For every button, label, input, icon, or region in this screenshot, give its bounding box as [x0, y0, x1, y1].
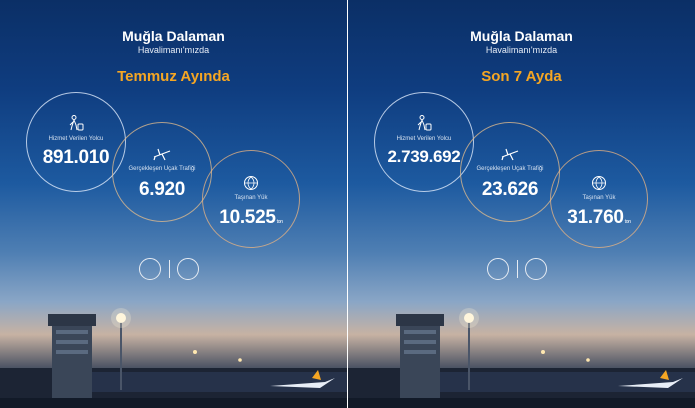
- institution-logos: [487, 258, 557, 282]
- stat-number: 10.525: [219, 207, 276, 228]
- stat-circle-cargo: Taşınan Yük 10.525ton: [202, 150, 300, 248]
- airport-night-scene: [0, 308, 347, 408]
- period-headline: Temmuz Ayında: [117, 68, 230, 85]
- stat-value: 31.760ton: [551, 207, 647, 229]
- stat-label: Hizmet Verilen Yolcu: [396, 136, 452, 142]
- stat-value: 6.920: [138, 179, 186, 200]
- panel-subtitle: Havalimanı'mızda: [137, 45, 210, 55]
- infographic-panel-seven-months: Muğla Dalaman Havalimanı'mızda Son 7 Ayd…: [348, 0, 695, 408]
- stat-value: 23.626: [481, 179, 539, 200]
- logo-divider: [517, 260, 518, 278]
- institution-logos: [139, 258, 209, 282]
- period-headline: Son 7 Ayda: [481, 68, 562, 85]
- logo-divider: [169, 260, 170, 278]
- panel-title: Muğla Dalaman: [470, 28, 573, 44]
- airplane-icon: [501, 148, 519, 161]
- panel-subtitle: Havalimanı'mızda: [485, 45, 558, 55]
- stat-label: Hizmet Verilen Yolcu: [48, 136, 104, 142]
- stat-value: 10.525ton: [203, 207, 299, 229]
- stat-number: 31.760: [567, 207, 624, 228]
- airplane-icon: [153, 148, 171, 161]
- stat-circle-passengers: Hizmet Verilen Yolcu 891.010: [26, 92, 126, 192]
- airport-night-scene: [348, 308, 695, 408]
- stat-value: 891.010: [42, 147, 110, 168]
- airport-authority-logo-icon: [525, 258, 547, 280]
- stat-circle-aircraft-traffic: Gerçekleşen Uçak Trafiği 6.920: [112, 122, 212, 222]
- stat-unit: ton: [624, 219, 631, 225]
- cargo-globe-icon: [244, 176, 258, 190]
- airport-authority-logo-icon: [177, 258, 199, 280]
- stat-circle-cargo: Taşınan Yük 31.760ton: [550, 150, 648, 248]
- ministry-seal-icon: [487, 258, 509, 280]
- panel-title: Muğla Dalaman: [122, 28, 225, 44]
- infographic-panel-monthly: Muğla Dalaman Havalimanı'mızda Temmuz Ay…: [0, 0, 347, 408]
- stat-label: Gerçekleşen Uçak Trafiği: [128, 166, 196, 172]
- stat-circle-aircraft-traffic: Gerçekleşen Uçak Trafiği 23.626: [460, 122, 560, 222]
- ministry-seal-icon: [139, 258, 161, 280]
- stat-circle-passengers: Hizmet Verilen Yolcu 2.739.692: [374, 92, 474, 192]
- stat-label: Taşınan Yük: [234, 195, 268, 201]
- stat-unit: ton: [276, 219, 283, 225]
- passenger-luggage-icon: [417, 115, 432, 131]
- stat-value: 2.739.692: [387, 147, 461, 166]
- stat-label: Taşınan Yük: [582, 195, 616, 201]
- cargo-globe-icon: [592, 176, 606, 190]
- stat-label: Gerçekleşen Uçak Trafiği: [476, 166, 544, 172]
- passenger-luggage-icon: [69, 115, 84, 131]
